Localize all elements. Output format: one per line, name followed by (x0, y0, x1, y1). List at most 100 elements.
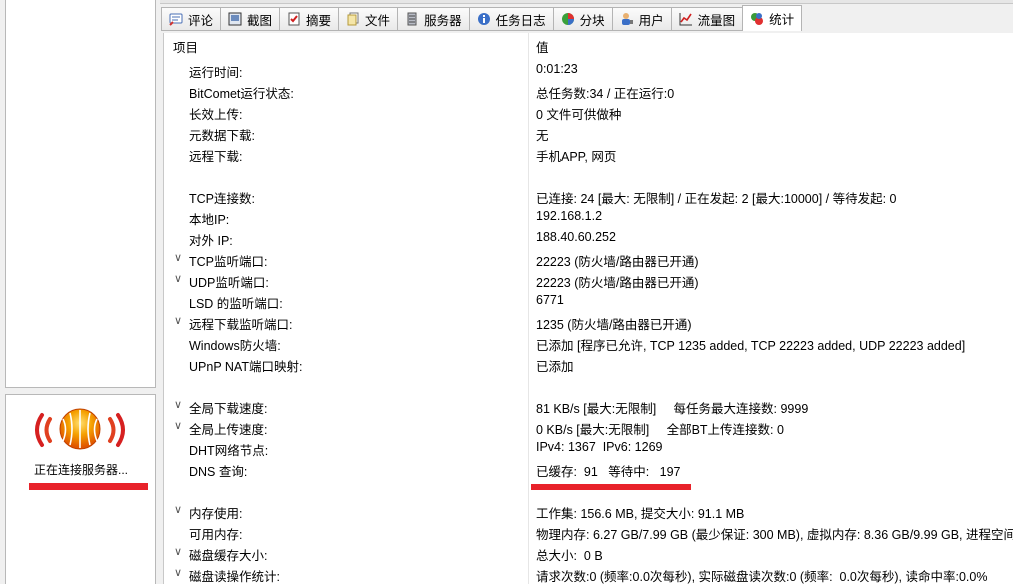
tab-label: 用户 (638, 13, 664, 28)
row-value: 0:01:23 (536, 62, 578, 76)
tab-statistics[interactable]: 统计 (742, 5, 803, 31)
row-value: 已添加 (536, 360, 574, 374)
expand-chevron-icon[interactable]: ∨ (174, 398, 184, 411)
tab-comments[interactable]: 评论 (161, 7, 221, 31)
tab-summary[interactable]: 摘要 (279, 7, 339, 31)
row-value: 0 KB/s [最大:无限制] 全部BT上传连接数: 0 (536, 423, 784, 437)
expand-chevron-icon[interactable]: ∨ (174, 314, 184, 327)
row-key: DNS 查询: (189, 465, 248, 479)
row-value: 81 KB/s [最大:无限制] 每任务最大连接数: 9999 (536, 402, 809, 416)
server-icon (404, 11, 420, 27)
tab-label: 文件 (365, 13, 391, 28)
row-value: 22223 (防火墙/路由器已开通) (536, 255, 699, 269)
row-value: 0 文件可供做种 (536, 108, 622, 122)
expand-chevron-icon[interactable]: ∨ (174, 251, 184, 264)
row-key: 磁盘缓存大小: (189, 549, 268, 563)
expand-chevron-icon[interactable]: ∨ (174, 545, 184, 558)
tab-label: 服务器 (424, 13, 462, 28)
highlight-underline-dns (531, 484, 691, 490)
row-key: 远程下载监听端口: (189, 318, 293, 332)
tab-screenshots[interactable]: 截图 (220, 7, 280, 31)
tab-servers[interactable]: 服务器 (397, 7, 469, 31)
row-key: DHT网络节点: (189, 444, 269, 458)
row-key: 磁盘读操作统计: (189, 570, 280, 584)
tab-label: 流量图 (697, 13, 736, 28)
row-value: 已连接: 24 [最大: 无限制] / 正在发起: 2 [最大:10000] /… (536, 192, 897, 206)
column-header-item[interactable]: 项目 (173, 37, 198, 56)
row-key: BitComet运行状态: (189, 87, 294, 101)
row-value: IPv4: 1367 IPv6: 1269 (536, 440, 663, 454)
table-row[interactable]: ∨ 远程下载监听端口: 1235 (防火墙/路由器已开通) (0, 311, 1013, 332)
tab-traffic-graph[interactable]: 流量图 (670, 7, 743, 31)
row-key: 内存使用: (189, 507, 243, 521)
comment-icon (168, 11, 184, 27)
table-row[interactable]: ∨ 磁盘读操作统计: 请求次数:0 (频率:0.0次每秒), 实际磁盘读次数:0 (… (0, 563, 1013, 584)
table-row[interactable]: DHT网络节点: IPv4: 1367 IPv6: 1269 (0, 437, 1013, 458)
row-value: 6771 (536, 293, 564, 307)
info-icon (476, 11, 492, 27)
files-icon (345, 11, 361, 27)
table-row[interactable]: UPnP NAT端口映射: 已添加 (0, 353, 1013, 374)
screenshot-icon (227, 11, 243, 27)
tab-task-log[interactable]: 任务日志 (468, 7, 553, 31)
tab-label: 分块 (579, 13, 605, 28)
table-row[interactable]: Windows防火墙: 已添加 [程序已允许, TCP 1235 added, T… (0, 332, 1013, 353)
table-row[interactable]: LSD 的监听端口: 6771 (0, 290, 1013, 311)
row-value: 无 (536, 129, 549, 143)
table-row[interactable] (0, 164, 1013, 185)
row-key: 运行时间: (189, 66, 243, 80)
expand-chevron-icon[interactable]: ∨ (174, 419, 184, 432)
row-value: 192.168.1.2 (536, 209, 603, 223)
row-key: 对外 IP: (189, 234, 233, 248)
table-row[interactable]: 运行时间: 0:01:23 (0, 59, 1013, 80)
table-row[interactable]: BitComet运行状态: 总任务数:34 / 正在运行:0 (0, 80, 1013, 101)
tab-peers[interactable]: 用户 (611, 7, 671, 31)
tab-label: 截图 (247, 13, 273, 28)
row-value: 1235 (防火墙/路由器已开通) (536, 318, 692, 332)
row-value: 工作集: 156.6 MB, 提交大小: 91.1 MB (536, 507, 745, 521)
row-value: 总大小: 0 B (536, 549, 603, 563)
pie-chart-icon (560, 11, 576, 27)
row-value: 手机APP, 网页 (536, 150, 617, 164)
tab-label: 摘要 (306, 13, 332, 28)
table-row[interactable]: 可用内存: 物理内存: 6.27 GB/7.99 GB (最少保证: 300 MB… (0, 521, 1013, 542)
row-key: Windows防火墙: (189, 339, 281, 353)
row-key: TCP监听端口: (189, 255, 268, 269)
table-row[interactable]: 远程下载: 手机APP, 网页 (0, 143, 1013, 164)
table-row[interactable] (0, 374, 1013, 395)
tab-files[interactable]: 文件 (338, 7, 398, 31)
table-row[interactable]: 长效上传: 0 文件可供做种 (0, 101, 1013, 122)
tab-label: 任务日志 (495, 13, 546, 28)
expand-chevron-icon[interactable]: ∨ (174, 566, 184, 579)
expand-chevron-icon[interactable]: ∨ (174, 272, 184, 285)
tab-pieces[interactable]: 分块 (552, 7, 612, 31)
tab-label: 评论 (188, 13, 214, 28)
table-row[interactable]: 对外 IP: 188.40.60.252 (0, 227, 1013, 248)
table-row[interactable]: ∨ TCP监听端口: 22223 (防火墙/路由器已开通) (0, 248, 1013, 269)
table-row[interactable]: ∨ UDP监听端口: 22223 (防火墙/路由器已开通) (0, 269, 1013, 290)
user-icon (619, 11, 635, 27)
tab-label: 统计 (769, 13, 795, 27)
row-key: 元数据下载: (189, 129, 255, 143)
column-header-value[interactable]: 值 (536, 37, 549, 56)
table-row[interactable]: ∨ 内存使用: 工作集: 156.6 MB, 提交大小: 91.1 MB (0, 500, 1013, 521)
row-key: UDP监听端口: (189, 276, 269, 290)
row-value: 总任务数:34 / 正在运行:0 (536, 87, 675, 101)
table-row[interactable]: 本地IP: 192.168.1.2 (0, 206, 1013, 227)
table-row[interactable]: ∨ 磁盘缓存大小: 总大小: 0 B (0, 542, 1013, 563)
expand-chevron-icon[interactable]: ∨ (174, 503, 184, 516)
stats-icon (749, 11, 765, 27)
row-value: 188.40.60.252 (536, 230, 616, 244)
tab-bar-border (160, 0, 1013, 4)
row-key: TCP连接数: (189, 192, 255, 206)
table-row[interactable]: ∨ 全局上传速度: 0 KB/s [最大:无限制] 全部BT上传连接数: 0 (0, 416, 1013, 437)
row-key: 全局下载速度: (189, 402, 268, 416)
table-row[interactable]: ∨ 全局下载速度: 81 KB/s [最大:无限制] 每任务最大连接数: 9999 (0, 395, 1013, 416)
table-row[interactable]: DNS 查询: 已缓存: 91 等待中: 197 (0, 458, 1013, 479)
row-key: 长效上传: (189, 108, 243, 122)
summary-icon (286, 11, 302, 27)
table-row[interactable] (0, 479, 1013, 500)
tab-strip: 评论 截图 摘要 文件 服务器 任务日志 分块 用户 流量图 统计 (161, 5, 803, 32)
table-row[interactable]: TCP连接数: 已连接: 24 [最大: 无限制] / 正在发起: 2 [最大:1… (0, 185, 1013, 206)
table-row[interactable]: 元数据下载: 无 (0, 122, 1013, 143)
